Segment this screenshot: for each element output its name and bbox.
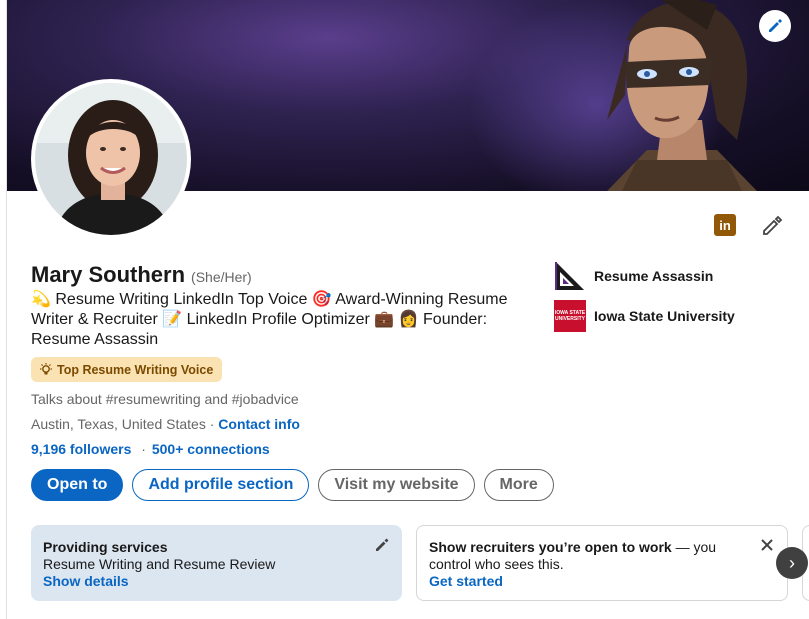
location-row: Austin, Texas, United States · Contact i… — [31, 416, 300, 432]
badge-label: Top Resume Writing Voice — [57, 362, 214, 377]
providing-services-card[interactable]: Providing services Resume Writing and Re… — [31, 525, 402, 601]
lightbulb-icon — [40, 362, 52, 374]
resume-assassin-logo — [554, 260, 586, 292]
chevron-right-icon: › — [789, 552, 795, 573]
contact-info-link[interactable]: Contact info — [218, 416, 300, 432]
open-to-work-card: Show recruiters you’re open to work — yo… — [416, 525, 788, 601]
org-name: Resume Assassin — [594, 268, 714, 284]
edit-banner-button[interactable] — [759, 10, 791, 42]
org-iowa-state[interactable]: IOWA STATE UNIVERSITY Iowa State Univers… — [554, 300, 735, 332]
profile-headline: 💫 Resume Writing LinkedIn Top Voice 🎯 Aw… — [31, 291, 508, 348]
org-name: Iowa State University — [594, 308, 735, 324]
stats-separator: · — [141, 441, 146, 457]
open-to-work-title: Show recruiters you’re open to work — [429, 539, 672, 555]
name-row: Mary Southern (She/Her) — [31, 262, 252, 288]
profile-actions: Open to Add profile section Visit my web… — [31, 469, 554, 501]
next-button[interactable]: › — [776, 547, 808, 579]
followers-link[interactable]: 9,196 followers — [31, 441, 131, 457]
stats-row: 9,196 followers · 500+ connections — [31, 441, 270, 457]
close-icon[interactable] — [759, 537, 775, 553]
iowa-state-logo: IOWA STATE UNIVERSITY — [554, 300, 586, 332]
talks-about: Talks about #resumewriting and #jobadvic… — [31, 391, 299, 407]
profile-top-icons: in — [714, 214, 783, 236]
visit-website-button[interactable]: Visit my website — [318, 469, 475, 501]
profile-photo — [35, 83, 187, 235]
connections-link[interactable]: 500+ connections — [152, 441, 270, 457]
services-description: Resume Writing and Resume Review — [43, 556, 276, 572]
location-separator: · — [205, 416, 219, 432]
pencil-icon[interactable] — [374, 537, 390, 553]
get-started-link[interactable]: Get started — [429, 573, 775, 590]
profile-name: Mary Southern — [31, 262, 186, 287]
top-voice-badge[interactable]: Top Resume Writing Voice — [31, 357, 223, 382]
profile-card: in Mary Southern (She/Her) 💫 Resume Writ… — [6, 0, 809, 619]
linkedin-icon[interactable]: in — [714, 214, 736, 236]
show-details-link[interactable]: Show details — [43, 573, 390, 590]
location: Austin, Texas, United States — [31, 416, 206, 432]
open-to-button[interactable]: Open to — [31, 469, 124, 501]
org-resume-assassin[interactable]: Resume Assassin — [554, 260, 735, 292]
more-button[interactable]: More — [483, 469, 554, 501]
pencil-icon — [769, 19, 782, 32]
avatar[interactable] — [31, 79, 191, 239]
profile-orgs: Resume Assassin IOWA STATE UNIVERSITY Io… — [554, 260, 735, 340]
services-title: Providing services — [43, 539, 168, 555]
add-profile-section-button[interactable]: Add profile section — [132, 469, 310, 501]
pencil-icon[interactable] — [761, 214, 783, 236]
pronouns: (She/Her) — [191, 269, 252, 285]
open-to-work-text: Show recruiters you’re open to work — yo… — [429, 539, 739, 573]
